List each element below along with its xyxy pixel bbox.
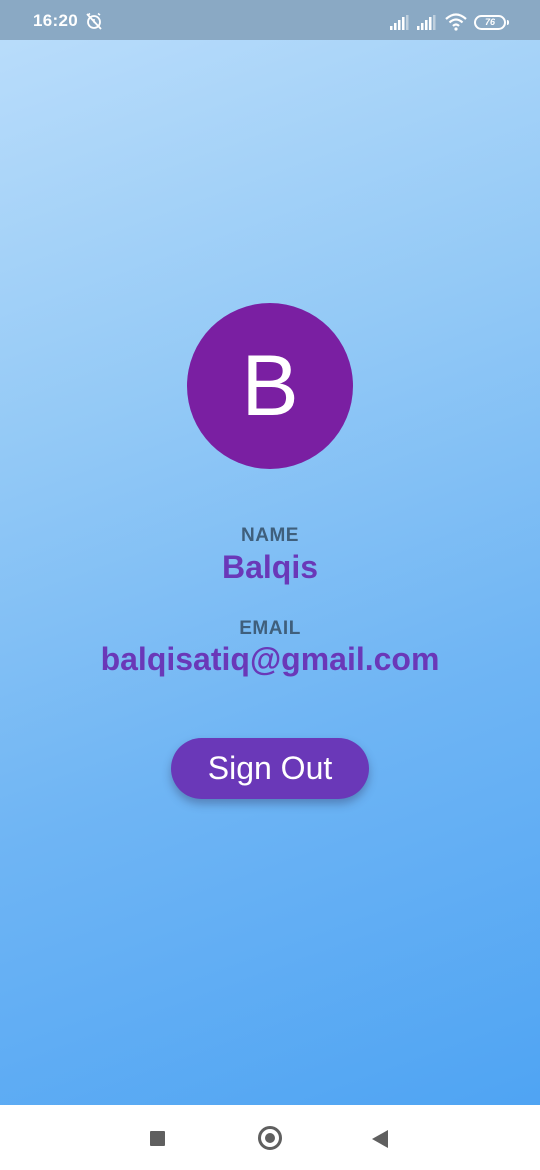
avatar: B bbox=[187, 303, 353, 469]
recents-icon[interactable] bbox=[150, 1131, 165, 1146]
email-value: balqisatiq@gmail.com bbox=[100, 641, 440, 677]
battery-level: 76 bbox=[484, 17, 495, 27]
cell-signal-icon bbox=[390, 15, 409, 30]
status-bar: 16:20 76 bbox=[0, 0, 540, 40]
alarm-off-icon bbox=[86, 12, 102, 30]
battery-tip bbox=[507, 20, 509, 25]
back-icon[interactable] bbox=[372, 1130, 388, 1148]
profile-screen: 16:20 76 B NAME Balqis EMAIL balqisatiq@… bbox=[0, 0, 540, 1105]
battery-icon: 76 bbox=[474, 15, 506, 30]
home-icon-dot bbox=[265, 1133, 275, 1143]
email-label: EMAIL bbox=[239, 618, 301, 639]
system-nav-bar bbox=[0, 1105, 540, 1170]
status-time: 16:20 bbox=[33, 11, 78, 30]
cell-signal-icon bbox=[417, 15, 436, 30]
avatar-initial: B bbox=[241, 338, 299, 434]
sign-out-button[interactable]: Sign Out bbox=[171, 738, 369, 799]
home-icon[interactable] bbox=[258, 1126, 282, 1150]
name-value: Balqis bbox=[221, 549, 319, 585]
wifi-icon bbox=[445, 13, 467, 31]
name-label: NAME bbox=[241, 525, 299, 546]
